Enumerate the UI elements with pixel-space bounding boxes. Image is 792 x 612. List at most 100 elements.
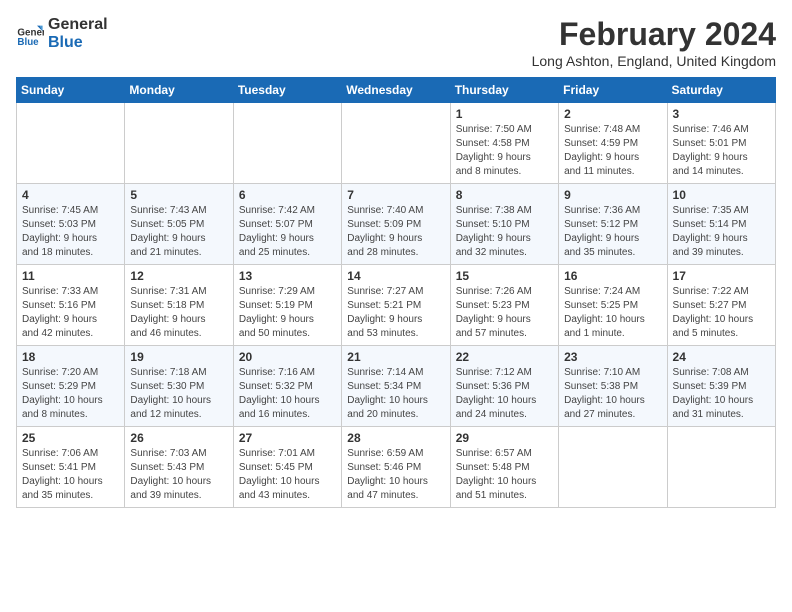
calendar-cell xyxy=(17,103,125,184)
calendar-cell: 20 Sunrise: 7:16 AM Sunset: 5:32 PM Dayli… xyxy=(233,346,341,427)
calendar-cell: 26Sunrise: 7:03 AM Sunset: 5:43 PM Dayli… xyxy=(125,427,233,508)
day-info: Sunrise: 7:26 AM Sunset: 5:23 PM Dayligh… xyxy=(456,285,553,341)
calendar-cell: 5 Sunrise: 7:43 AM Sunset: 5:05 PM Daylig… xyxy=(125,184,233,265)
calendar-week-4: 18 Sunrise: 7:20 AM Sunset: 5:29 PM Dayli… xyxy=(17,346,776,427)
calendar-cell xyxy=(342,103,450,184)
day-info: Sunrise: 7:20 AM Sunset: 5:29 PM Dayligh… xyxy=(22,366,119,422)
weekday-header-friday: Friday xyxy=(559,78,667,103)
day-number: 23 xyxy=(564,350,661,364)
day-number: 21 xyxy=(347,350,444,364)
calendar-cell: 27Sunrise: 7:01 AM Sunset: 5:45 PM Dayli… xyxy=(233,427,341,508)
day-info: Sunrise: 7:42 AM Sunset: 5:07 PM Dayligh… xyxy=(239,204,336,260)
calendar-cell: 21 Sunrise: 7:14 AM Sunset: 5:34 PM Dayli… xyxy=(342,346,450,427)
day-number: 19 xyxy=(130,350,227,364)
day-info: Sunrise: 7:27 AM Sunset: 5:21 PM Dayligh… xyxy=(347,285,444,341)
calendar-cell: 15 Sunrise: 7:26 AM Sunset: 5:23 PM Dayli… xyxy=(450,265,558,346)
day-info: Sunrise: 7:50 AM Sunset: 4:58 PM Dayligh… xyxy=(456,123,553,179)
day-number: 12 xyxy=(130,269,227,283)
day-number: 9 xyxy=(564,188,661,202)
day-info: Sunrise: 7:40 AM Sunset: 5:09 PM Dayligh… xyxy=(347,204,444,260)
day-info: Sunrise: 7:38 AM Sunset: 5:10 PM Dayligh… xyxy=(456,204,553,260)
day-info: Sunrise: 7:18 AM Sunset: 5:30 PM Dayligh… xyxy=(130,366,227,422)
calendar-cell: 17 Sunrise: 7:22 AM Sunset: 5:27 PM Dayli… xyxy=(667,265,775,346)
weekday-header-sunday: Sunday xyxy=(17,78,125,103)
calendar-week-5: 25 Sunrise: 7:06 AM Sunset: 5:41 PM Dayli… xyxy=(17,427,776,508)
day-number: 29 xyxy=(456,431,553,445)
day-number: 5 xyxy=(130,188,227,202)
calendar-cell: 18 Sunrise: 7:20 AM Sunset: 5:29 PM Dayli… xyxy=(17,346,125,427)
day-info: Sunrise: 7:29 AM Sunset: 5:19 PM Dayligh… xyxy=(239,285,336,341)
day-number: 20 xyxy=(239,350,336,364)
calendar-cell: 23 Sunrise: 7:10 AM Sunset: 5:38 PM Dayli… xyxy=(559,346,667,427)
day-info: Sunrise: 7:16 AM Sunset: 5:32 PM Dayligh… xyxy=(239,366,336,422)
calendar-cell: 19 Sunrise: 7:18 AM Sunset: 5:30 PM Dayli… xyxy=(125,346,233,427)
day-number: 14 xyxy=(347,269,444,283)
calendar-cell xyxy=(233,103,341,184)
weekday-header-saturday: Saturday xyxy=(667,78,775,103)
day-number: 6 xyxy=(239,188,336,202)
calendar-cell: 24 Sunrise: 7:08 AM Sunset: 5:39 PM Dayli… xyxy=(667,346,775,427)
weekday-header-wednesday: Wednesday xyxy=(342,78,450,103)
calendar-week-1: 1 Sunrise: 7:50 AM Sunset: 4:58 PM Daylig… xyxy=(17,103,776,184)
calendar-cell: 2 Sunrise: 7:48 AM Sunset: 4:59 PM Daylig… xyxy=(559,103,667,184)
title-block: February 2024 Long Ashton, England, Unit… xyxy=(532,16,776,69)
calendar-cell xyxy=(559,427,667,508)
day-number: 26 xyxy=(130,431,227,445)
day-info: Sunrise: 7:06 AM Sunset: 5:41 PM Dayligh… xyxy=(22,447,119,503)
month-year: February 2024 xyxy=(532,16,776,53)
day-number: 24 xyxy=(673,350,770,364)
calendar-cell: 29 Sunrise: 6:57 AM Sunset: 5:48 PM Dayli… xyxy=(450,427,558,508)
calendar-cell xyxy=(667,427,775,508)
calendar-cell: 7Sunrise: 7:40 AM Sunset: 5:09 PM Daylig… xyxy=(342,184,450,265)
day-info: Sunrise: 7:10 AM Sunset: 5:38 PM Dayligh… xyxy=(564,366,661,422)
calendar-cell: 12Sunrise: 7:31 AM Sunset: 5:18 PM Dayli… xyxy=(125,265,233,346)
day-info: Sunrise: 7:48 AM Sunset: 4:59 PM Dayligh… xyxy=(564,123,661,179)
day-info: Sunrise: 7:08 AM Sunset: 5:39 PM Dayligh… xyxy=(673,366,770,422)
calendar-cell: 3Sunrise: 7:46 AM Sunset: 5:01 PM Daylig… xyxy=(667,103,775,184)
calendar-cell: 14 Sunrise: 7:27 AM Sunset: 5:21 PM Dayli… xyxy=(342,265,450,346)
day-number: 4 xyxy=(22,188,119,202)
day-number: 2 xyxy=(564,107,661,121)
day-number: 13 xyxy=(239,269,336,283)
calendar-cell: 16 Sunrise: 7:24 AM Sunset: 5:25 PM Dayli… xyxy=(559,265,667,346)
calendar-cell xyxy=(125,103,233,184)
calendar-cell: 13 Sunrise: 7:29 AM Sunset: 5:19 PM Dayli… xyxy=(233,265,341,346)
day-number: 22 xyxy=(456,350,553,364)
day-number: 25 xyxy=(22,431,119,445)
calendar-cell: 6 Sunrise: 7:42 AM Sunset: 5:07 PM Daylig… xyxy=(233,184,341,265)
calendar-cell: 11Sunrise: 7:33 AM Sunset: 5:16 PM Dayli… xyxy=(17,265,125,346)
weekday-header-monday: Monday xyxy=(125,78,233,103)
day-number: 17 xyxy=(673,269,770,283)
calendar-cell: 9Sunrise: 7:36 AM Sunset: 5:12 PM Daylig… xyxy=(559,184,667,265)
calendar-cell: 25 Sunrise: 7:06 AM Sunset: 5:41 PM Dayli… xyxy=(17,427,125,508)
day-info: Sunrise: 7:22 AM Sunset: 5:27 PM Dayligh… xyxy=(673,285,770,341)
day-number: 11 xyxy=(22,269,119,283)
logo-blue: Blue xyxy=(48,34,108,52)
page-header: General Blue General Blue February 2024 … xyxy=(16,16,776,69)
day-info: Sunrise: 7:14 AM Sunset: 5:34 PM Dayligh… xyxy=(347,366,444,422)
logo: General Blue General Blue xyxy=(16,16,108,51)
day-number: 16 xyxy=(564,269,661,283)
day-info: Sunrise: 7:12 AM Sunset: 5:36 PM Dayligh… xyxy=(456,366,553,422)
calendar-cell: 4 Sunrise: 7:45 AM Sunset: 5:03 PM Daylig… xyxy=(17,184,125,265)
day-number: 28 xyxy=(347,431,444,445)
day-number: 18 xyxy=(22,350,119,364)
calendar-header-row: SundayMondayTuesdayWednesdayThursdayFrid… xyxy=(17,78,776,103)
location: Long Ashton, England, United Kingdom xyxy=(532,53,776,69)
calendar-week-2: 4 Sunrise: 7:45 AM Sunset: 5:03 PM Daylig… xyxy=(17,184,776,265)
day-info: Sunrise: 6:59 AM Sunset: 5:46 PM Dayligh… xyxy=(347,447,444,503)
day-info: Sunrise: 6:57 AM Sunset: 5:48 PM Dayligh… xyxy=(456,447,553,503)
calendar-body: 1 Sunrise: 7:50 AM Sunset: 4:58 PM Daylig… xyxy=(17,103,776,508)
logo-icon: General Blue xyxy=(16,20,44,48)
day-number: 1 xyxy=(456,107,553,121)
calendar-cell: 1 Sunrise: 7:50 AM Sunset: 4:58 PM Daylig… xyxy=(450,103,558,184)
day-number: 3 xyxy=(673,107,770,121)
day-info: Sunrise: 7:45 AM Sunset: 5:03 PM Dayligh… xyxy=(22,204,119,260)
svg-text:Blue: Blue xyxy=(17,37,39,48)
day-number: 15 xyxy=(456,269,553,283)
calendar-table: SundayMondayTuesdayWednesdayThursdayFrid… xyxy=(16,77,776,508)
day-info: Sunrise: 7:43 AM Sunset: 5:05 PM Dayligh… xyxy=(130,204,227,260)
day-number: 8 xyxy=(456,188,553,202)
logo-general: General xyxy=(48,16,108,34)
day-info: Sunrise: 7:24 AM Sunset: 5:25 PM Dayligh… xyxy=(564,285,661,341)
